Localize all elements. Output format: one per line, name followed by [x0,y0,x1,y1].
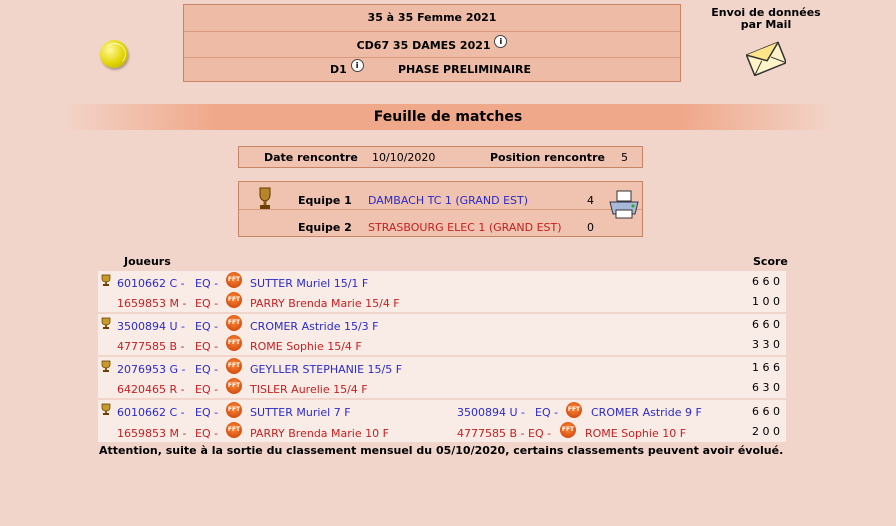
score-team1: 1 6 6 [752,361,780,374]
team1-label: Equipe 1 [298,194,352,207]
teams-box: Equipe 1 DAMBACH TC 1 (GRAND EST) 4 Equi… [238,181,643,237]
trophy-icon [101,317,111,329]
date-value: 10/10/2020 [372,151,436,164]
player-name[interactable]: SUTTER Muriel 15/1 F [250,277,368,290]
player-name[interactable]: PARRY Brenda Marie 15/4 F [250,297,400,310]
score-team2: 1 0 0 [752,295,780,308]
player-id[interactable]: 6420465 R - [117,383,185,396]
trophy-icon [101,360,111,372]
player-name[interactable]: ROME Sophie 10 F [585,427,686,440]
player-eq: EQ - [195,297,219,310]
mail-send-label: Envoi de données par Mail [711,6,821,31]
score-column-header: Score [753,255,788,268]
player-id[interactable]: 6010662 C - [117,406,185,419]
player-name[interactable]: ROME Sophie 15/4 F [250,340,362,353]
competition-title: 35 à 35 Femme 2021 [367,11,497,24]
score-team1: 6 6 0 [752,275,780,288]
fft-logo-icon: FFT [226,272,242,288]
table-row: 6010662 C - EQ - FFT SUTTER Muriel 15/1 F 6 … [98,271,786,312]
team2-name[interactable]: STRASBOURG ELEC 1 (GRAND EST) [368,221,562,234]
fft-logo-icon: FFT [226,378,242,394]
player-id[interactable]: 2076953 G - [117,363,185,376]
fft-logo-icon: FFT [226,315,242,331]
player-name[interactable]: CROMER Astride 9 F [591,406,702,419]
division-title: CD67 35 DAMES 2021 i [184,35,680,52]
player-id[interactable]: 1659853 M - [117,427,186,440]
fft-logo-icon: FFT [566,402,582,418]
player-id[interactable]: 4777585 B - [457,427,525,440]
trophy-icon [101,403,111,415]
player-eq: EQ - [528,427,552,440]
player-name[interactable]: GEYLLER STEPHANIE 15/5 F [250,363,402,376]
table-row: 3500894 U - EQ - FFT CROMER Astride 15/3 F 6… [98,314,786,355]
team2-label: Equipe 2 [298,221,352,234]
trophy-icon [101,274,111,286]
player-id[interactable]: 3500894 U - [457,406,525,419]
player-eq: EQ - [195,427,219,440]
player-eq: EQ - [195,340,219,353]
position-value: 5 [621,151,628,164]
tennis-ball-icon [100,40,128,68]
player-eq: EQ - [195,277,219,290]
player-id[interactable]: 4777585 B - [117,340,185,353]
player-id[interactable]: 6010662 C - [117,277,185,290]
player-eq: EQ - [195,320,219,333]
info-icon[interactable]: i [494,35,508,48]
team1-score: 4 [587,194,594,207]
player-id[interactable]: 1659853 M - [117,297,186,310]
player-id[interactable]: 3500894 U - [117,320,185,333]
table-row: 2076953 G - EQ - FFT GEYLLER STEPHANIE 15/5… [98,357,786,398]
team2-score: 0 [587,221,594,234]
section-title: Feuille de matches [373,109,523,125]
player-name[interactable]: SUTTER Muriel 7 F [250,406,351,419]
player-name[interactable]: TISLER Aurelie 15/4 F [250,383,368,396]
team1-name[interactable]: DAMBACH TC 1 (GRAND EST) [368,194,528,207]
envelope-icon[interactable] [746,40,786,76]
fft-logo-icon: FFT [226,292,242,308]
group-label: D1 [330,63,347,76]
player-eq: EQ - [195,406,219,419]
fft-logo-icon: FFT [226,335,242,351]
players-column-header: Joueurs [124,255,171,268]
printer-icon[interactable] [608,190,640,220]
player-eq: EQ - [535,406,559,419]
trophy-icon [259,187,271,209]
player-name[interactable]: CROMER Astride 15/3 F [250,320,378,333]
fft-logo-icon: FFT [226,358,242,374]
phase-label: PHASE PRELIMINAIRE [398,63,532,76]
footer-notice: Attention, suite à la sortie du classeme… [99,444,784,457]
position-label: Position rencontre [490,151,605,164]
score-team1: 6 6 0 [752,405,780,418]
player-name[interactable]: PARRY Brenda Marie 10 F [250,427,389,440]
score-team1: 6 6 0 [752,318,780,331]
table-row: 6010662 C - EQ - FFT SUTTER Muriel 7 F 3… [98,400,786,442]
score-team2: 2 0 0 [752,425,780,438]
score-team2: 6 3 0 [752,381,780,394]
player-eq: EQ - [195,383,219,396]
competition-header: 35 à 35 Femme 2021 CD67 35 DAMES 2021 i … [183,4,681,82]
fft-logo-icon: FFT [226,422,242,438]
meeting-info: Date rencontre 10/10/2020 Position renco… [238,146,643,168]
date-label: Date rencontre [264,151,358,164]
fft-logo-icon: FFT [226,402,242,418]
score-team2: 3 3 0 [752,338,780,351]
fft-logo-icon: FFT [560,422,576,438]
player-eq: EQ - [195,363,219,376]
info-icon[interactable]: i [350,59,364,72]
